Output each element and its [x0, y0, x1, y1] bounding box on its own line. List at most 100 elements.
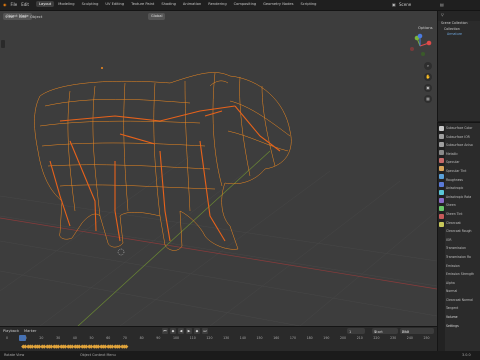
viewport-header: Object Mode View Add Object Global Optio…: [0, 11, 437, 30]
timeline-tick-label: 220: [373, 336, 380, 340]
keyframe-marker[interactable]: [124, 344, 129, 349]
prop-specular-tint[interactable]: Specular Tint: [446, 169, 480, 178]
properties-panel: Subsurface Color Subsurface IOR Subsurfa…: [437, 122, 480, 360]
prop-specular[interactable]: Specular: [446, 160, 480, 169]
timeline-tick-label: 90: [156, 336, 161, 340]
prop-normal[interactable]: Normal: [446, 289, 480, 298]
tab-texture-paint[interactable]: Texture Paint: [128, 1, 157, 7]
tab-layout[interactable]: Layout: [36, 1, 55, 7]
tab-compositing[interactable]: Compositing: [231, 1, 260, 7]
play-icon[interactable]: ▶: [186, 328, 192, 334]
prop-anisotropic-rotation[interactable]: Anisotropic Rota: [446, 195, 480, 204]
prop-roughness[interactable]: Roughness: [446, 178, 480, 187]
timeline-tick-label: 160: [273, 336, 280, 340]
menu-file[interactable]: File: [11, 2, 18, 7]
render-tab-icon[interactable]: [439, 134, 444, 139]
material-tab-icon[interactable]: [439, 214, 444, 219]
outliner-row-armature[interactable]: Armature: [438, 32, 480, 38]
3d-viewport[interactable]: [0, 11, 437, 326]
zoom-icon[interactable]: ⌕: [424, 62, 432, 70]
physics-tab-icon[interactable]: [439, 190, 444, 195]
texture-tab-icon[interactable]: [439, 222, 444, 227]
viewport-canvas[interactable]: [0, 11, 437, 326]
tool-select-icon[interactable]: [1, 40, 5, 48]
jump-start-icon[interactable]: ⏮: [162, 328, 168, 334]
prop-clearcoat-normal[interactable]: Clearcoat Normal: [446, 298, 480, 307]
add-menu[interactable]: Add: [19, 14, 26, 19]
modifier-tab-icon[interactable]: [439, 174, 444, 179]
blender-logo-icon[interactable]: ◉: [3, 2, 7, 7]
prop-metallic[interactable]: Metallic: [446, 152, 480, 161]
object-tab-icon[interactable]: [439, 166, 444, 171]
transform-orientation-select[interactable]: Global: [148, 12, 166, 20]
prop-alpha[interactable]: Alpha: [446, 281, 480, 290]
timeline-ruler[interactable]: 0102030405060708090100110120130140150160…: [0, 336, 437, 342]
playback-menu[interactable]: Playback: [3, 329, 19, 333]
prop-tangent[interactable]: Tangent: [446, 306, 480, 315]
prop-sheen-tint[interactable]: Sheen Tint: [446, 212, 480, 221]
prop-subsurface-aniso[interactable]: Subsurface Aniso: [446, 143, 480, 152]
prop-ior[interactable]: IOR: [446, 238, 480, 247]
tab-animation[interactable]: Animation: [180, 1, 204, 7]
play-reverse-icon[interactable]: ◀: [178, 328, 184, 334]
playhead[interactable]: [19, 335, 26, 341]
current-frame-value: 1: [349, 329, 352, 334]
tab-uv-editing[interactable]: UV Editing: [102, 1, 127, 7]
status-bar: Rotate View Object Context Menu 3.0.0: [0, 351, 480, 360]
jump-end-icon[interactable]: ⏭: [202, 328, 208, 334]
origin-marker: [117, 248, 125, 256]
orientation-label: Global: [151, 13, 163, 18]
tab-sculpting[interactable]: Sculpting: [79, 1, 102, 7]
prev-key-icon[interactable]: ◆: [170, 328, 176, 334]
camera-icon[interactable]: ▣: [424, 84, 432, 92]
navigation-gizmo[interactable]: [407, 33, 433, 59]
tab-scripting[interactable]: Scripting: [297, 1, 319, 7]
constraints-tab-icon[interactable]: [439, 198, 444, 203]
scene-icon: ▣: [392, 2, 396, 7]
perspective-grid-icon[interactable]: ▦: [424, 95, 432, 103]
view-menu[interactable]: View: [5, 14, 14, 19]
prop-subsurface-color[interactable]: Subsurface Color: [446, 126, 480, 135]
tab-modeling[interactable]: Modeling: [55, 1, 77, 7]
status-rotate-view: Rotate View: [4, 353, 25, 357]
prop-emission-strength[interactable]: Emission Strength: [446, 272, 480, 281]
tool-tab-icon[interactable]: [439, 126, 444, 131]
menu-edit[interactable]: Edit: [21, 2, 29, 7]
prop-sheen[interactable]: Sheen: [446, 203, 480, 212]
timeline-tick-label: 30: [56, 336, 61, 340]
prop-anisotropic[interactable]: Anisotropic: [446, 186, 480, 195]
current-frame-field[interactable]: 1: [347, 328, 365, 334]
tab-shading[interactable]: Shading: [158, 1, 179, 7]
pan-hand-icon[interactable]: ✋: [424, 73, 432, 81]
marker-menu[interactable]: Marker: [24, 329, 36, 333]
particles-tab-icon[interactable]: [439, 182, 444, 187]
view-layer-tab-icon[interactable]: [439, 150, 444, 155]
object-menu[interactable]: Object: [30, 14, 42, 19]
tab-geometry-nodes[interactable]: Geometry Nodes: [260, 1, 296, 7]
timeline-tick-label: 110: [189, 336, 196, 340]
timeline-tick-label: 140: [239, 336, 246, 340]
prop-subsurface-ior[interactable]: Subsurface IOR: [446, 135, 480, 144]
prop-transmission[interactable]: Transmission: [446, 246, 480, 255]
scene-tab-icon[interactable]: [439, 158, 444, 163]
scene-name[interactable]: Scene: [399, 2, 411, 7]
data-tab-icon[interactable]: [439, 206, 444, 211]
start-frame-field[interactable]: Start 1: [372, 328, 398, 334]
outliner-filter-icon[interactable]: ▽: [441, 13, 444, 17]
prop-clearcoat[interactable]: Clearcoat: [446, 221, 480, 230]
output-tab-icon[interactable]: [439, 142, 444, 147]
outliner-header: ▽: [438, 11, 480, 21]
start-value: 1: [374, 329, 377, 334]
section-volume[interactable]: Volume: [446, 315, 480, 324]
options-menu[interactable]: Options: [418, 25, 433, 30]
timeline-tick-label: 180: [306, 336, 313, 340]
outliner-panel: ▽ Scene Collection Collection Armature: [437, 11, 480, 121]
end-frame-field[interactable]: End 250: [400, 328, 434, 334]
grid-floor: [0, 155, 437, 326]
next-key-icon[interactable]: ◆: [194, 328, 200, 334]
section-settings[interactable]: Settings: [446, 324, 480, 333]
prop-clearcoat-roughness[interactable]: Clearcoat Rough: [446, 229, 480, 238]
prop-emission[interactable]: Emission: [446, 264, 480, 273]
prop-transmission-roughness[interactable]: Transmission Ro: [446, 255, 480, 264]
tab-rendering[interactable]: Rendering: [205, 1, 229, 7]
